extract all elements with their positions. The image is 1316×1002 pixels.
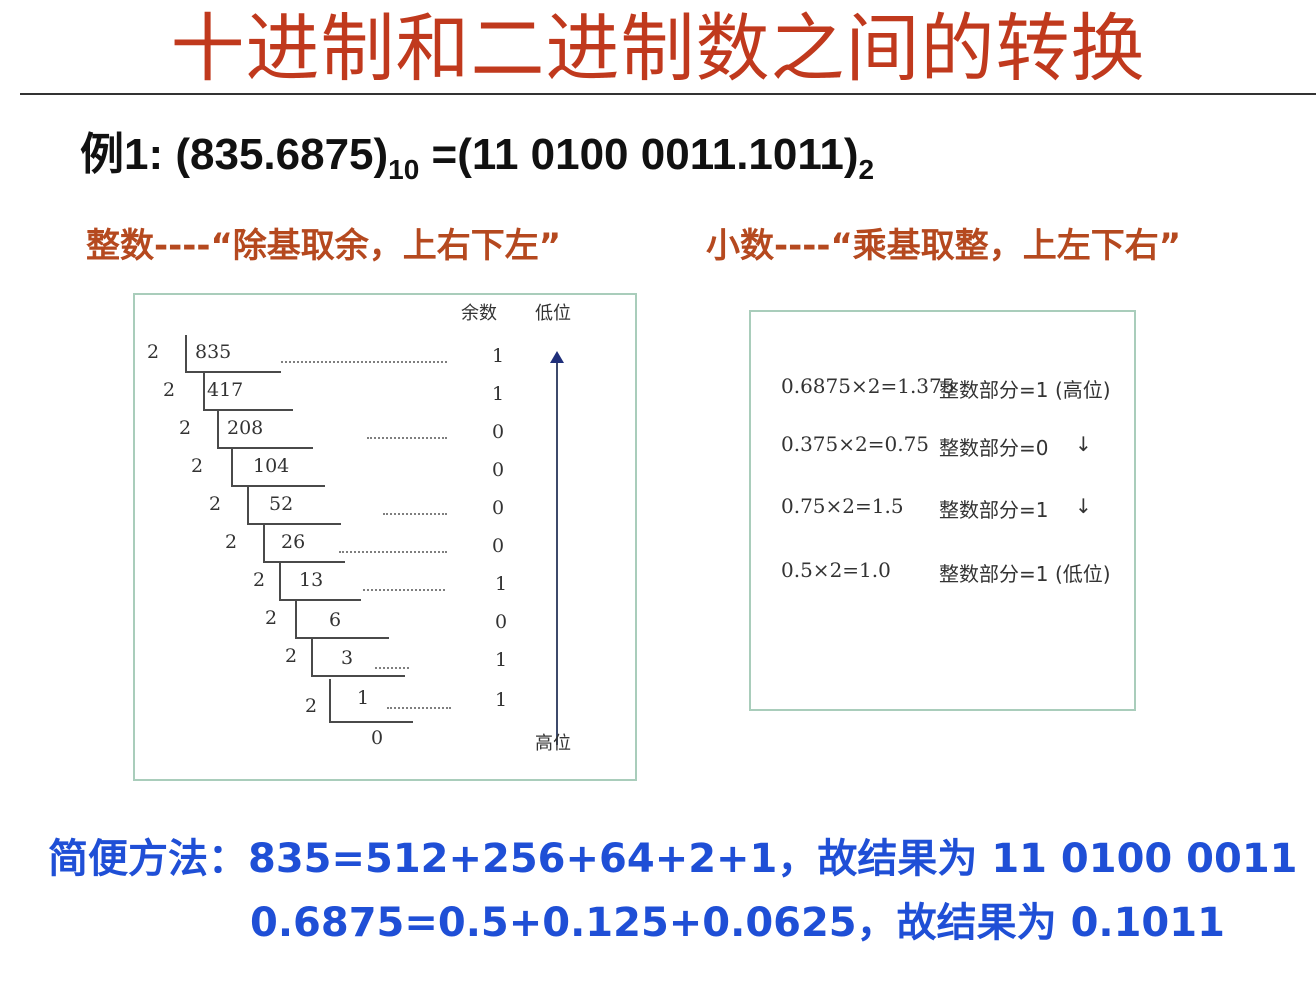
quotient: 26 bbox=[281, 531, 306, 553]
division-bracket bbox=[247, 487, 249, 523]
fraction-expr: 0.375×2=0.75 bbox=[781, 432, 930, 456]
integer-part: 整数部分=1 bbox=[939, 562, 1049, 586]
divisor: 2 bbox=[191, 455, 204, 477]
high-bit-label: 高位 bbox=[535, 733, 571, 754]
shortcut-line-2: 0.6875=0.5+0.125+0.0625，故结果为 0.1011 bbox=[250, 900, 1225, 946]
fraction-rule: 小数----“乘基取整，上左下右” bbox=[706, 226, 1182, 266]
divisor: 2 bbox=[285, 645, 298, 667]
divisor: 2 bbox=[265, 607, 278, 629]
high-bit-note: (高位) bbox=[1055, 378, 1111, 402]
quotient: 13 bbox=[299, 569, 324, 591]
quotient: 3 bbox=[341, 647, 354, 669]
integer-part: 整数部分=1 bbox=[939, 378, 1049, 402]
dotted-leader bbox=[375, 667, 409, 669]
division-bracket bbox=[263, 525, 265, 561]
division-bracket bbox=[217, 411, 219, 447]
shortcut-line-1: 简便方法：835=512+256+64+2+1，故结果为 11 0100 001… bbox=[48, 836, 1298, 882]
integer-part: 整数部分=1 bbox=[939, 498, 1049, 522]
division-bracket bbox=[329, 679, 331, 721]
integer-rule: 整数----“除基取余，上右下左” bbox=[86, 226, 562, 266]
bit-order-axis bbox=[556, 357, 558, 745]
remainder: 1 bbox=[495, 649, 508, 671]
quotient: 52 bbox=[269, 493, 294, 515]
quotient: 417 bbox=[207, 379, 244, 401]
base-to: 2 bbox=[858, 154, 875, 185]
remainder: 0 bbox=[495, 611, 508, 633]
remainder: 1 bbox=[492, 345, 505, 367]
low-bit-note: (低位) bbox=[1055, 562, 1111, 586]
division-bracket bbox=[203, 373, 205, 409]
fraction-multiplication-diagram: 0.6875×2=1.375 整数部分=1 (高位) 0.375×2=0.75 … bbox=[749, 310, 1136, 711]
division-bracket bbox=[311, 639, 313, 675]
integer-division-diagram: 余数 低位 高位 2 835 1 2 417 1 2 208 0 2 104 0… bbox=[133, 293, 637, 781]
division-line bbox=[185, 371, 281, 373]
example-equation: 例1: (835.6875)10 =(11 0100 0011.1011)2 bbox=[80, 118, 874, 186]
dotted-leader bbox=[367, 437, 447, 439]
remainder-header: 余数 bbox=[461, 303, 497, 324]
remainder: 0 bbox=[492, 497, 505, 519]
division-line bbox=[311, 675, 405, 677]
title-divider bbox=[20, 93, 1316, 95]
example-prefix: 例1: (835.6875) bbox=[80, 130, 389, 179]
divisor: 2 bbox=[163, 379, 176, 401]
base-from: 10 bbox=[388, 154, 420, 185]
dotted-leader bbox=[363, 589, 445, 591]
division-line bbox=[329, 721, 413, 723]
division-bracket bbox=[295, 601, 297, 637]
remainder: 1 bbox=[495, 573, 508, 595]
divisor: 2 bbox=[305, 695, 318, 717]
down-arrow-icon: ↓ bbox=[1075, 494, 1092, 518]
division-line bbox=[295, 637, 389, 639]
final-quotient: 0 bbox=[371, 727, 384, 749]
divisor: 2 bbox=[147, 341, 160, 363]
remainder: 1 bbox=[492, 383, 505, 405]
dotted-leader bbox=[387, 707, 451, 709]
remainder: 1 bbox=[495, 689, 508, 711]
dotted-leader bbox=[281, 361, 447, 363]
division-line bbox=[231, 485, 325, 487]
dotted-leader bbox=[339, 551, 447, 553]
divisor: 2 bbox=[209, 493, 222, 515]
remainder: 0 bbox=[492, 535, 505, 557]
quotient: 1 bbox=[357, 687, 370, 709]
division-bracket bbox=[231, 449, 233, 485]
division-line bbox=[263, 561, 345, 563]
quotient: 104 bbox=[253, 455, 290, 477]
dotted-leader bbox=[383, 513, 447, 515]
page-title: 十进制和二进制数之间的转换 bbox=[170, 6, 1146, 92]
fraction-expr: 0.5×2=1.0 bbox=[781, 558, 891, 582]
fraction-expr: 0.75×2=1.5 bbox=[781, 494, 904, 518]
division-line bbox=[247, 523, 341, 525]
quotient: 835 bbox=[195, 341, 232, 363]
up-arrow-icon bbox=[550, 351, 564, 363]
division-line bbox=[279, 599, 361, 601]
fraction-expr: 0.6875×2=1.375 bbox=[781, 374, 955, 398]
divisor: 2 bbox=[179, 417, 192, 439]
division-bracket bbox=[185, 335, 187, 371]
low-bit-header: 低位 bbox=[535, 303, 571, 324]
division-bracket bbox=[279, 563, 281, 599]
remainder: 0 bbox=[492, 421, 505, 443]
quotient: 6 bbox=[329, 609, 342, 631]
divisor: 2 bbox=[253, 569, 266, 591]
down-arrow-icon: ↓ bbox=[1075, 432, 1092, 456]
divisor: 2 bbox=[225, 531, 238, 553]
integer-part: 整数部分=0 bbox=[939, 436, 1049, 460]
example-middle: =(11 0100 0011.1011) bbox=[419, 130, 859, 179]
quotient: 208 bbox=[227, 417, 264, 439]
remainder: 0 bbox=[492, 459, 505, 481]
